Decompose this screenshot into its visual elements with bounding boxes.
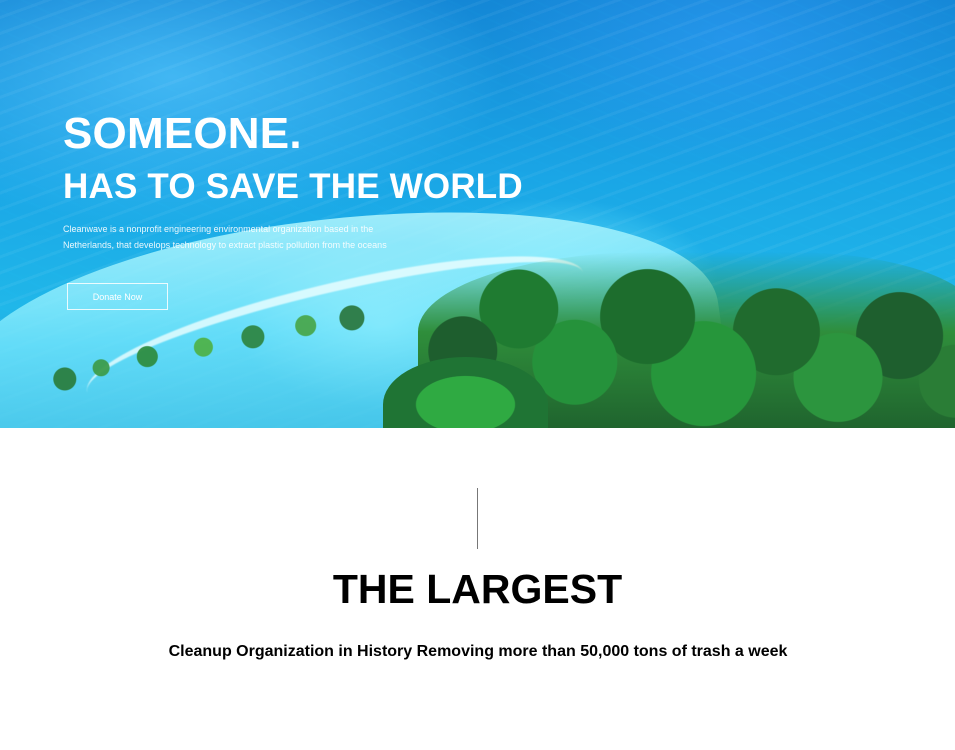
vertical-divider xyxy=(477,488,478,549)
hero-copy: SOMEONE. HAS TO SAVE THE WORLD Cleanwave… xyxy=(63,112,573,253)
hero-description: Cleanwave is a nonprofit engineering env… xyxy=(63,224,387,250)
hero-section: SOMEONE. HAS TO SAVE THE WORLD Cleanwave… xyxy=(0,0,955,428)
page: SOMEONE. HAS TO SAVE THE WORLD Cleanwave… xyxy=(0,0,955,750)
hero-subtitle: HAS TO SAVE THE WORLD xyxy=(63,167,523,206)
donate-now-button[interactable]: Donate Now xyxy=(67,283,168,310)
aerial-reef-image xyxy=(45,305,375,391)
impact-section: THE LARGEST Cleanup Organization in Hist… xyxy=(0,428,955,750)
hero-title: SOMEONE. xyxy=(63,109,302,158)
impact-description: Cleanup Organization in History Removing… xyxy=(168,643,788,660)
aerial-forest-image xyxy=(383,252,955,428)
impact-title: THE LARGEST xyxy=(332,566,623,612)
